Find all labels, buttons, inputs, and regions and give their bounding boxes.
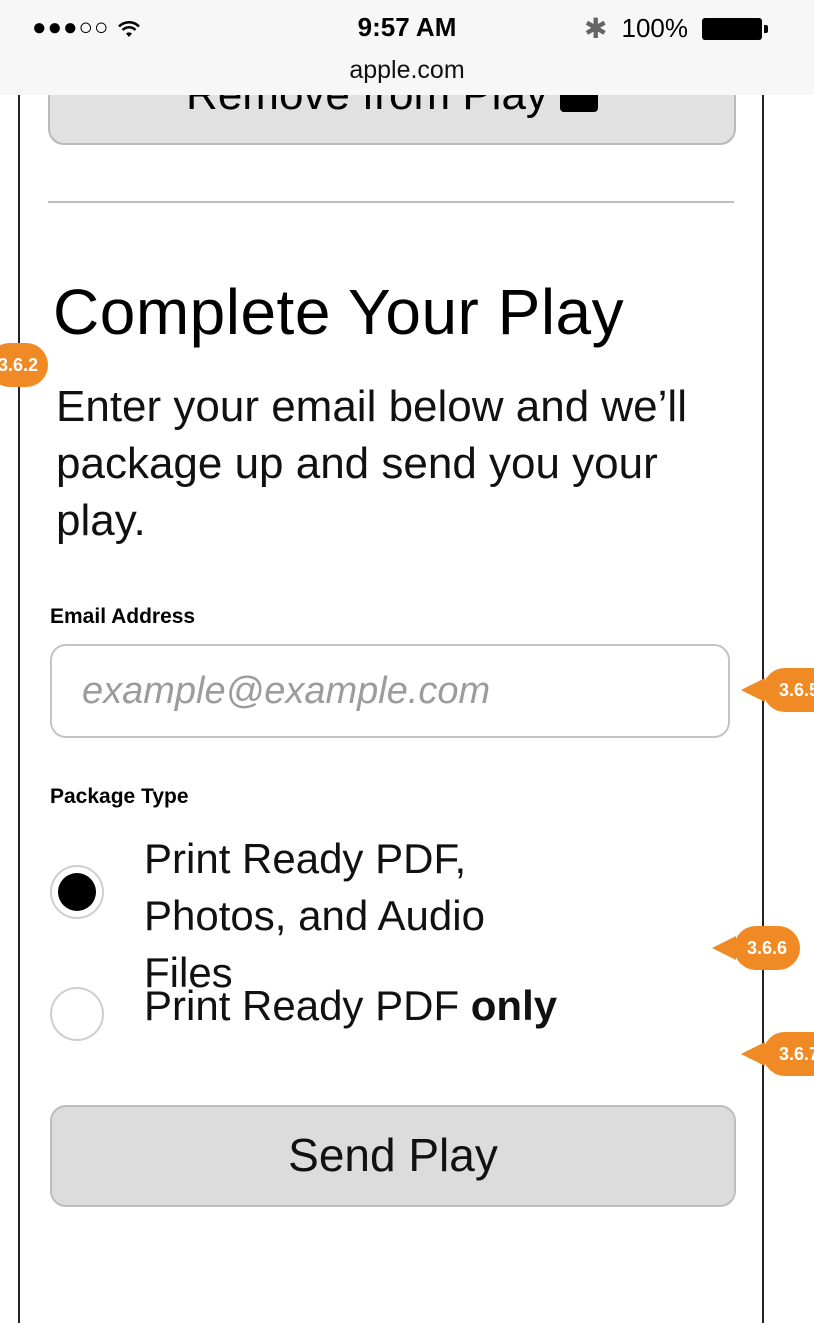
- annotation-callout: 3.6.7: [741, 1032, 814, 1076]
- package-option-full[interactable]: Print Ready PDF, Photos, and Audio Files: [50, 830, 584, 1001]
- remove-button-label: Remove from Play: [186, 95, 548, 119]
- email-label: Email Address: [50, 605, 196, 628]
- divider: [48, 201, 734, 203]
- radio-button[interactable]: [50, 987, 104, 1041]
- annotation-callout: 3.6.2: [0, 343, 48, 387]
- annotation-callout: 3.6.5: [741, 668, 814, 712]
- package-option-pdf-only[interactable]: Print Ready PDF only: [50, 977, 557, 1041]
- package-type-label: Package Type: [50, 785, 189, 808]
- annotation-callout: 3.6.6: [712, 926, 800, 970]
- option-text-bold: only: [470, 982, 558, 1029]
- status-right: ✱ 100%: [584, 12, 768, 45]
- trash-icon: [559, 95, 598, 113]
- battery-percent: 100%: [621, 13, 689, 43]
- page-content: Remove from Play Complete Your Play Ente…: [18, 95, 764, 1323]
- radio-button-selected[interactable]: [50, 865, 104, 919]
- option-text: Print Ready PDF: [144, 982, 471, 1029]
- page-title: Complete Your Play: [53, 276, 625, 348]
- bluetooth-icon: ✱: [584, 13, 608, 44]
- package-option-pdf-only-label: Print Ready PDF only: [144, 977, 557, 1034]
- url-bar[interactable]: apple.com: [0, 56, 814, 85]
- remove-from-play-button[interactable]: Remove from Play: [48, 95, 736, 145]
- email-field[interactable]: [50, 644, 730, 738]
- send-play-button[interactable]: Send Play: [50, 1105, 736, 1207]
- page-description: Enter your email below and we’ll package…: [56, 382, 687, 545]
- package-option-full-label: Print Ready PDF, Photos, and Audio Files: [144, 835, 485, 996]
- radio-dot: [58, 873, 96, 911]
- status-bar: ●●●○○ 9:57 AM ✱ 100% apple.com: [0, 0, 814, 95]
- battery-icon: [702, 17, 768, 40]
